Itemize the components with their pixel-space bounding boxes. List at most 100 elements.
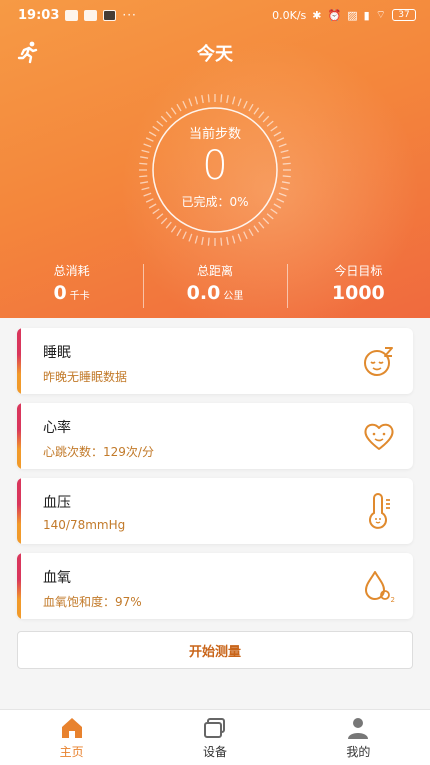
hero-header: 19:03 ··· 0.0K/s ✱ ⏰ ▨ ▮ ⌔ 37 今天 当前步数 0 … xyxy=(0,0,430,318)
ring-tick xyxy=(231,96,236,105)
stat-total-distance: 总距离 0.0 公里 xyxy=(143,262,286,310)
page-title: 今天 xyxy=(197,44,233,65)
tab-label: 设备 xyxy=(202,745,227,759)
stat-value: 0 千卡 xyxy=(0,280,143,310)
ring-tick xyxy=(220,94,223,103)
ring-tick xyxy=(176,228,182,237)
notification-app-icon xyxy=(103,9,117,21)
ring-tick xyxy=(231,235,236,244)
ring-tick xyxy=(165,221,172,229)
card-subtitle: 心跳次数：129次/分 xyxy=(43,445,154,459)
stat-number: 0 xyxy=(53,282,67,304)
profile-icon xyxy=(348,718,369,739)
ring-tick xyxy=(237,233,242,242)
home-icon xyxy=(61,718,82,738)
ring-tick xyxy=(156,213,164,220)
card-sleep[interactable]: 睡眠 昨晚无睡眠数据 xyxy=(17,328,413,394)
ring-tick xyxy=(258,221,265,229)
oxygen-drop-icon: 2 xyxy=(365,571,395,604)
ring-tick xyxy=(253,225,260,233)
status-left: 19:03 ··· xyxy=(18,8,137,23)
ring-tick xyxy=(258,111,265,119)
stat-number: 0.0 xyxy=(186,282,221,304)
ring-tick xyxy=(182,100,187,109)
ring-tick xyxy=(201,236,204,245)
app-header: 今天 xyxy=(0,38,430,68)
status-bar: 19:03 ··· 0.0K/s ✱ ⏰ ▨ ▮ ⌔ 37 xyxy=(0,0,430,30)
device-icon xyxy=(203,718,225,738)
ring-tick xyxy=(207,94,210,103)
no-sim-icon: ▨ xyxy=(347,8,358,22)
card-subtitle: 140/78mmHg xyxy=(43,518,126,532)
ring-tick xyxy=(194,235,199,244)
ring-tick xyxy=(248,228,254,237)
card-subtitle: 昨晚无睡眠数据 xyxy=(43,370,128,384)
card-blood-oxygen[interactable]: 血氧 血氧饱和度：97% 2 xyxy=(17,553,413,619)
ring-tick xyxy=(262,115,270,123)
alarm-icon: ⏰ xyxy=(327,8,342,22)
stat-label: 总距离 xyxy=(196,264,233,278)
stat-total-calories: 总消耗 0 千卡 xyxy=(0,262,143,310)
notification-app-icon xyxy=(84,9,98,21)
card-accent-bar xyxy=(17,403,21,469)
card-title: 睡眠 xyxy=(43,345,71,361)
card-title: 血压 xyxy=(43,495,71,511)
ring-tick xyxy=(220,237,223,246)
more-notifications-icon: ··· xyxy=(122,8,137,22)
ring-tick xyxy=(266,213,274,220)
ring-tick xyxy=(188,233,193,242)
card-heart-rate[interactable]: 心率 心跳次数：129次/分 xyxy=(17,403,413,469)
stat-unit: 千卡 xyxy=(69,291,90,302)
signal-icon: ▮ xyxy=(363,8,370,22)
card-blood-pressure[interactable]: 血压 140/78mmHg xyxy=(17,478,413,544)
ring-tick xyxy=(170,107,177,115)
ring-tick xyxy=(243,231,248,240)
card-accent-bar xyxy=(17,553,21,619)
status-right: 0.0K/s ✱ ⏰ ▨ ▮ ⌔ 37 xyxy=(272,8,416,22)
battery-icon: 37 xyxy=(392,9,416,21)
heart-face-icon xyxy=(364,423,394,450)
card-title: 心率 xyxy=(43,420,71,436)
ring-tick xyxy=(170,225,177,233)
wifi-icon: ⌔ xyxy=(375,8,386,21)
ring-tick xyxy=(207,237,210,246)
stat-daily-goal[interactable]: 今日目标 1000 xyxy=(286,262,430,310)
ring-tick xyxy=(253,107,260,115)
card-subtitle: 血氧饱和度：97% xyxy=(43,595,142,609)
card-accent-bar xyxy=(17,478,21,544)
tab-device[interactable]: 设备 xyxy=(143,710,286,765)
step-count-value: 0 xyxy=(202,143,228,189)
health-cards: 睡眠 昨晚无睡眠数据 心率 心跳次数：129次/分 血压 140/78mmHg xyxy=(17,328,413,628)
tab-home[interactable]: 主页 xyxy=(0,710,143,765)
ring-tick xyxy=(226,95,229,104)
ring-tick xyxy=(226,236,229,245)
network-speed: 0.0K/s xyxy=(272,8,307,22)
ring-tick xyxy=(165,111,172,119)
step-completed-label: 已完成：0% xyxy=(181,195,249,209)
thermometer-face-icon xyxy=(369,493,390,529)
stat-label: 总消耗 xyxy=(53,264,90,278)
start-measure-button[interactable]: 开始测量 xyxy=(17,631,413,669)
ring-tick xyxy=(194,96,199,105)
ring-tick xyxy=(188,98,193,107)
ring-tick xyxy=(243,100,248,109)
stat-number: 1000 xyxy=(331,282,385,304)
ring-tick xyxy=(182,231,187,240)
card-title: 血氧 xyxy=(43,570,71,586)
ring-tick xyxy=(160,115,168,123)
bottom-tab-bar: 主页 设备 我的 xyxy=(0,709,430,765)
notification-app-icon xyxy=(65,9,79,21)
ring-tick xyxy=(262,217,270,225)
summary-stats: 总消耗 0 千卡 总距离 0.0 公里 今日目标 1000 xyxy=(0,262,430,310)
step-count-label: 当前步数 xyxy=(188,127,241,142)
tab-label: 我的 xyxy=(346,745,371,759)
tab-profile[interactable]: 我的 xyxy=(287,710,430,765)
stat-value: 1000 xyxy=(287,280,430,306)
ring-tick xyxy=(248,103,254,112)
card-accent-bar xyxy=(17,328,21,394)
status-time: 19:03 xyxy=(18,7,60,23)
ring-tick xyxy=(176,103,182,112)
stat-value: 0.0 公里 xyxy=(143,280,286,310)
bluetooth-icon: ✱ xyxy=(312,8,322,22)
ring-tick xyxy=(237,98,242,107)
